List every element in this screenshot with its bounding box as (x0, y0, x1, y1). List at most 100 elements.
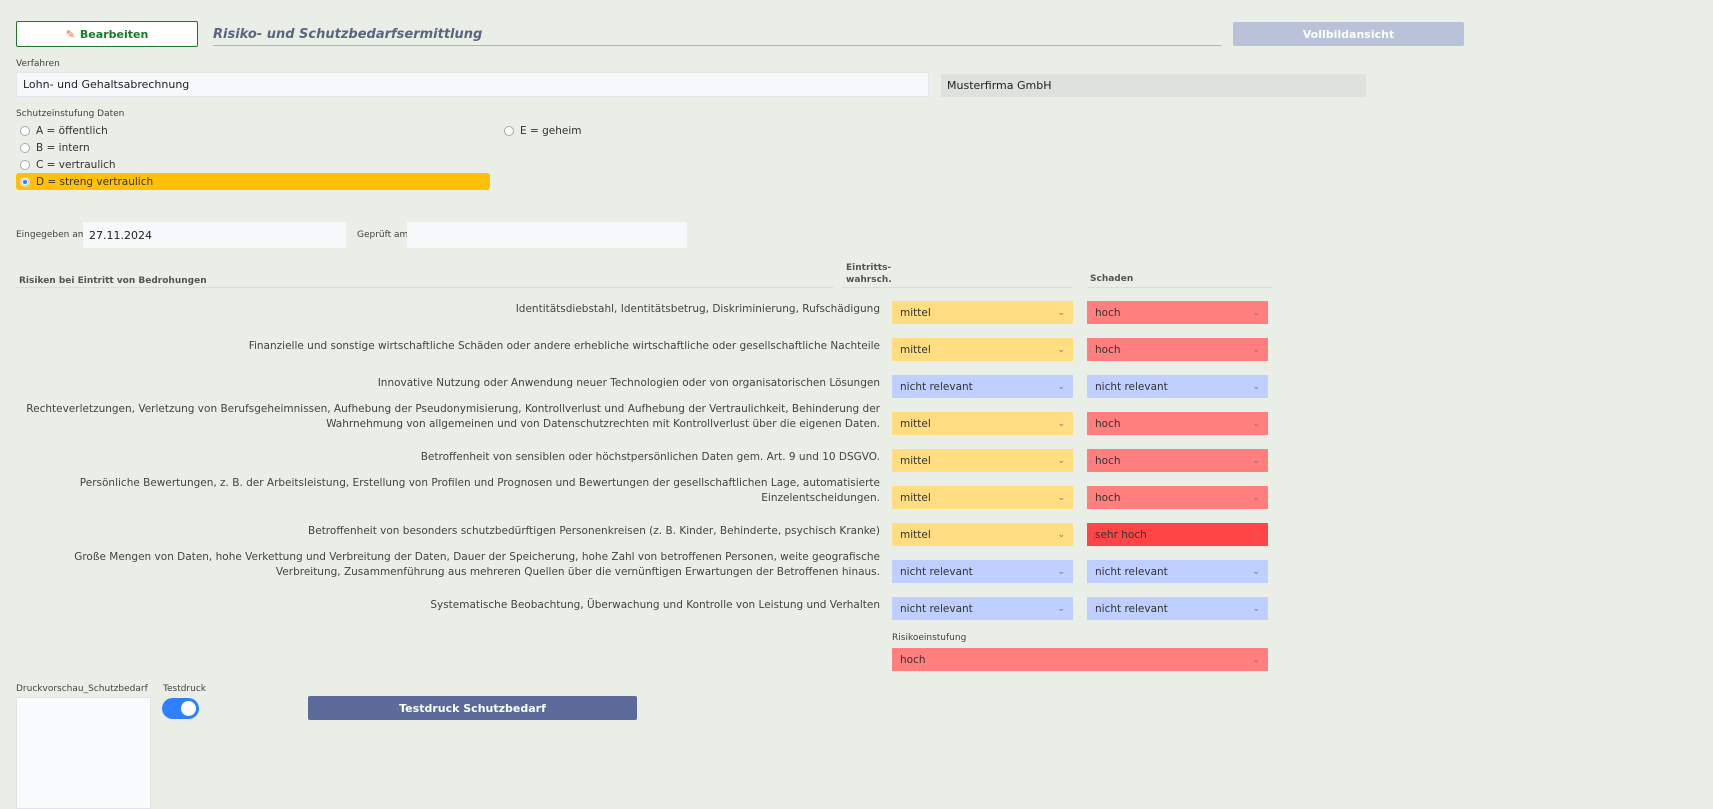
radio-label: C = vertraulich (36, 158, 116, 171)
risk-text: Betroffenheit von besonders schutzbedürf… (308, 525, 880, 537)
risk-text: Große Mengen von Daten, hohe Verkettung … (74, 551, 880, 578)
chevron-down-icon: ⌄ (1057, 455, 1065, 466)
divider (842, 287, 1072, 288)
radio-label: E = geheim (520, 124, 582, 137)
risk-rating-select[interactable]: hoch ⌄ (892, 648, 1268, 671)
radio-e[interactable]: E = geheim (500, 122, 582, 139)
select-value: hoch (900, 653, 926, 666)
radio-a[interactable]: A = öffentlich (16, 122, 490, 139)
chevron-down-icon: ⌄ (1057, 566, 1065, 577)
select-value: sehr hoch (1095, 528, 1147, 541)
radio-b[interactable]: B = intern (16, 139, 490, 156)
preview-label: Druckvorschau_Schutzbedarf (16, 684, 148, 694)
chevron-down-icon: ⌄ (1057, 381, 1065, 392)
radio-c[interactable]: C = vertraulich (16, 156, 490, 173)
probability-select[interactable]: nicht relevant ⌄ (892, 375, 1073, 398)
verfahren-label: Verfahren (16, 59, 60, 69)
schutz-radio-group: A = öffentlich B = intern C = vertraulic… (16, 122, 490, 190)
chevron-down-icon: ⌄ (1057, 307, 1065, 318)
edit-label: Bearbeiten (79, 27, 149, 41)
divider (1087, 287, 1273, 288)
damage-select[interactable]: hoch ⌄ (1087, 338, 1268, 361)
testdruck-button[interactable]: Testdruck Schutzbedarf (308, 696, 637, 720)
select-value: hoch (1095, 491, 1121, 504)
risk-text: Innovative Nutzung oder Anwendung neuer … (377, 377, 880, 389)
select-value: nicht relevant (900, 565, 973, 578)
select-value: hoch (1095, 454, 1121, 467)
damage-select[interactable]: sehr hoch ⌄ (1087, 523, 1268, 546)
probability-select[interactable]: mittel ⌄ (892, 338, 1073, 361)
risk-text: Identitätsdiebstahl, Identitätsbetrug, D… (515, 303, 880, 315)
entered-label: Eingegeben am: (16, 230, 90, 240)
entered-date-input[interactable]: 27.11.2024 (83, 222, 346, 248)
damage-select[interactable]: hoch ⌄ (1087, 301, 1268, 324)
chevron-down-icon: ⌄ (1252, 566, 1260, 577)
probability-select[interactable]: mittel ⌄ (892, 412, 1073, 435)
chevron-down-icon: ⌄ (1252, 603, 1260, 614)
radio-label: A = öffentlich (36, 124, 108, 137)
chevron-down-icon: ⌄ (1057, 603, 1065, 614)
damage-select[interactable]: nicht relevant ⌄ (1087, 375, 1268, 398)
select-value: nicht relevant (900, 602, 973, 615)
probability-select[interactable]: mittel ⌄ (892, 486, 1073, 509)
select-value: hoch (1095, 343, 1121, 356)
radio-circle (20, 125, 30, 136)
damage-select[interactable]: hoch ⌄ (1087, 449, 1268, 472)
select-value: nicht relevant (900, 380, 973, 393)
testdruck-label: Testdruck (163, 684, 207, 694)
toggle-knob (181, 701, 196, 716)
radio-circle (20, 159, 30, 170)
risk-text: Systematische Beobachtung, Überwachung u… (430, 599, 880, 611)
select-value: hoch (1095, 417, 1121, 430)
pencil-icon: ✎ (65, 27, 75, 41)
chevron-down-icon: ⌄ (1057, 344, 1065, 355)
probability-select[interactable]: mittel ⌄ (892, 449, 1073, 472)
probability-select[interactable]: mittel ⌄ (892, 523, 1073, 546)
chevron-down-icon: ⌄ (1057, 492, 1065, 503)
col-prob-header: Eintritts-wahrsch. (846, 263, 892, 285)
chevron-down-icon: ⌄ (1252, 381, 1260, 392)
col-damage-header: Schaden (1090, 274, 1134, 284)
probability-select[interactable]: nicht relevant ⌄ (892, 560, 1073, 583)
radio-circle (20, 176, 30, 187)
edit-button[interactable]: ✎ Bearbeiten (16, 21, 198, 47)
chevron-down-icon: ⌄ (1252, 492, 1260, 503)
damage-select[interactable]: hoch ⌄ (1087, 486, 1268, 509)
chevron-down-icon: ⌄ (1252, 307, 1260, 318)
checked-label: Geprüft am: (357, 230, 412, 240)
probability-select[interactable]: mittel ⌄ (892, 301, 1073, 324)
risk-text: Rechteverletzungen, Verletzung von Beruf… (26, 403, 880, 430)
chevron-down-icon: ⌄ (1057, 529, 1065, 540)
schutz-label: Schutzeinstufung Daten (16, 109, 125, 119)
radio-circle (504, 125, 514, 136)
probability-select[interactable]: nicht relevant ⌄ (892, 597, 1073, 620)
damage-select[interactable]: nicht relevant ⌄ (1087, 560, 1268, 583)
radio-d[interactable]: D = streng vertraulich (16, 173, 490, 190)
verfahren-input[interactable]: Lohn- und Gehaltsabrechnung (16, 72, 929, 97)
chevron-down-icon: ⌄ (1252, 654, 1260, 665)
select-value: nicht relevant (1095, 380, 1168, 393)
print-preview (16, 697, 151, 809)
fullscreen-button[interactable]: Vollbildansicht (1233, 22, 1464, 46)
damage-select[interactable]: hoch ⌄ (1087, 412, 1268, 435)
damage-select[interactable]: nicht relevant ⌄ (1087, 597, 1268, 620)
page-title: Risiko- und Schutzbedarfsermittlung (213, 22, 1221, 46)
select-value: hoch (1095, 306, 1121, 319)
select-value: mittel (900, 528, 931, 541)
select-value: mittel (900, 454, 931, 467)
select-value: nicht relevant (1095, 565, 1168, 578)
radio-label: B = intern (36, 141, 90, 154)
select-value: mittel (900, 491, 931, 504)
select-value: mittel (900, 343, 931, 356)
select-value: mittel (900, 417, 931, 430)
risk-rating-label: Risikoeinstufung (892, 633, 967, 643)
risk-text: Persönliche Bewertungen, z. B. der Arbei… (79, 477, 880, 504)
select-value: nicht relevant (1095, 602, 1168, 615)
testdruck-toggle[interactable] (162, 698, 199, 719)
checked-date-input[interactable] (407, 222, 687, 248)
company-field: Musterfirma GmbH (941, 74, 1366, 97)
radio-circle (20, 142, 30, 153)
chevron-down-icon: ⌄ (1252, 529, 1260, 540)
col-risk-header: Risiken bei Eintritt von Bedrohungen (19, 276, 207, 286)
divider (16, 287, 834, 288)
